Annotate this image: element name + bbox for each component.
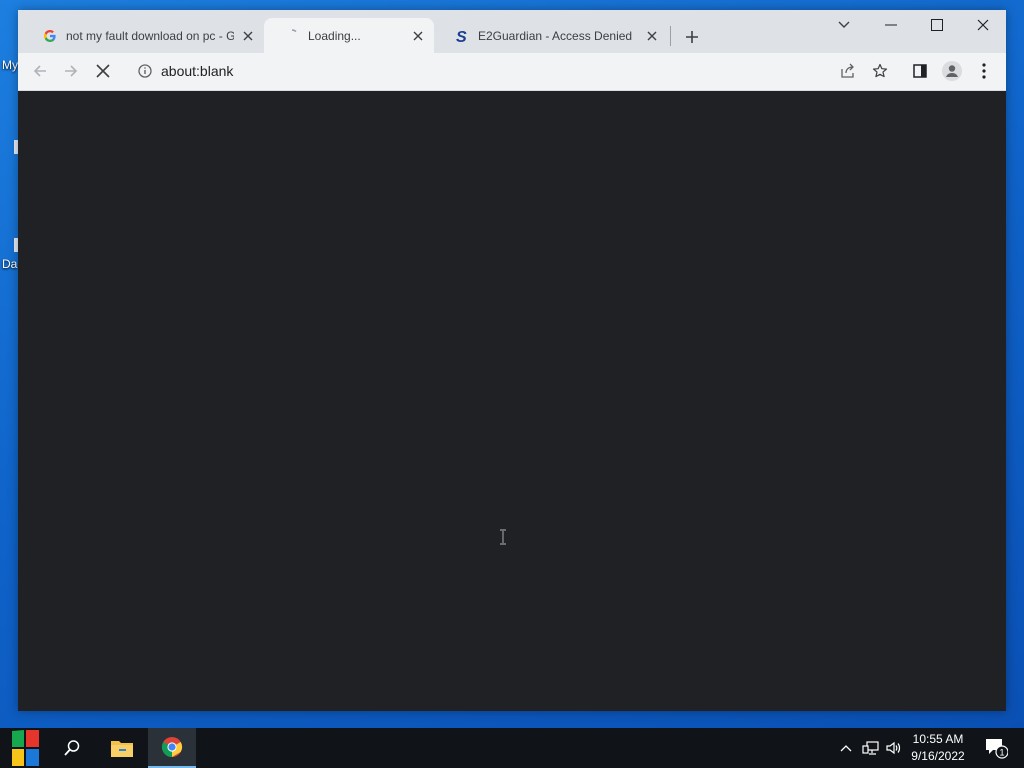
notification-count-badge: 1	[999, 748, 1004, 758]
tab-title: not my fault download on pc - G	[66, 28, 234, 43]
close-tab-icon[interactable]	[240, 28, 256, 44]
tab-e2guardian[interactable]: S E2Guardian - Access Denied	[434, 18, 668, 53]
tab-loading[interactable]: Loading...	[264, 18, 434, 53]
chrome-taskbar-icon[interactable]	[148, 728, 196, 768]
network-icon[interactable]	[860, 728, 882, 768]
tab-title: E2Guardian - Access Denied	[478, 28, 633, 43]
close-window-button[interactable]	[960, 10, 1006, 40]
minimize-button[interactable]	[868, 10, 914, 40]
loading-icon	[284, 28, 300, 44]
clock-date: 9/16/2022	[911, 749, 965, 763]
file-explorer-icon[interactable]	[99, 728, 145, 768]
profile-avatar-icon[interactable]	[938, 57, 966, 85]
tab-separator	[670, 26, 671, 46]
address-bar[interactable]: about:blank	[128, 57, 868, 85]
maximize-button[interactable]	[914, 10, 960, 40]
svg-text:S: S	[456, 29, 467, 44]
browser-toolbar: about:blank	[18, 53, 1006, 91]
desktop-icon-label: My	[2, 58, 18, 72]
share-icon[interactable]	[834, 57, 862, 85]
forward-button[interactable]	[57, 57, 85, 85]
search-icon[interactable]	[50, 728, 94, 768]
menu-kebab-icon[interactable]	[970, 57, 998, 85]
tab-title: Loading...	[308, 28, 361, 43]
close-tab-icon[interactable]	[410, 28, 426, 44]
address-text: about:blank	[161, 63, 234, 79]
clock-time: 10:55 AM	[912, 732, 964, 746]
side-panel-icon[interactable]	[906, 57, 934, 85]
tab-search-button[interactable]	[821, 10, 867, 40]
start-button[interactable]	[0, 728, 48, 768]
desktop-icon-label: Da	[2, 257, 18, 271]
show-hidden-icons-button[interactable]	[836, 728, 856, 768]
back-button[interactable]	[26, 57, 54, 85]
taskbar: 10:55 AM 9/16/2022 1	[0, 728, 1024, 768]
tab-google-search[interactable]: not my fault download on pc - G	[22, 18, 264, 53]
notification-center-icon[interactable]: 1	[978, 728, 1014, 768]
text-cursor-icon	[500, 529, 506, 545]
tab-strip: not my fault download on pc - G Loading.…	[18, 10, 1006, 53]
page-content[interactable]	[18, 91, 1006, 711]
new-tab-button[interactable]	[680, 25, 704, 49]
volume-icon[interactable]	[884, 728, 904, 768]
browser-window: not my fault download on pc - G Loading.…	[18, 10, 1006, 711]
bookmark-star-icon[interactable]	[866, 57, 894, 85]
close-tab-icon[interactable]	[644, 28, 660, 44]
google-icon	[42, 28, 58, 44]
taskbar-clock[interactable]: 10:55 AM 9/16/2022	[906, 731, 970, 765]
stop-loading-button[interactable]	[89, 57, 117, 85]
e2guardian-icon: S	[454, 28, 470, 44]
info-icon[interactable]	[137, 63, 153, 79]
